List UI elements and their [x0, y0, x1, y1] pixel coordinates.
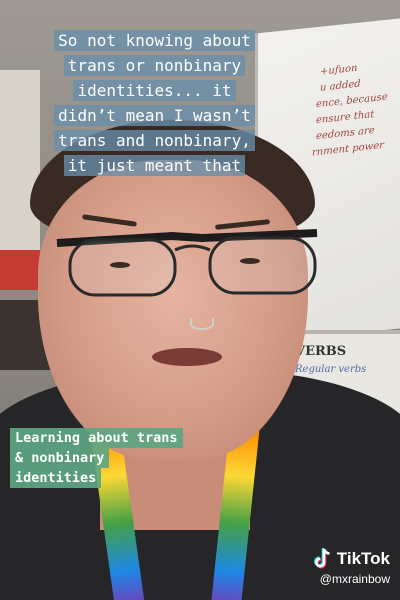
board-text: Regular verbs — [295, 364, 367, 375]
board-text: rnment power — [312, 140, 384, 159]
tiktok-logo-icon — [313, 548, 330, 569]
board-text: ensure that — [316, 109, 375, 127]
caption-green-line: & nonbinary — [10, 448, 110, 468]
eye-right — [240, 258, 260, 264]
tiktok-watermark: TikTok @mxrainbow — [313, 548, 390, 586]
eye-left — [110, 262, 130, 268]
board-text: eedoms are — [316, 124, 375, 143]
caption-top-line: didn’t mean I wasn’t — [54, 105, 255, 126]
caption-top-line: trans or nonbinary — [63, 55, 246, 76]
person-face — [38, 160, 308, 460]
nose-ring-icon — [190, 318, 214, 330]
caption-top-line: it just meant that — [63, 155, 246, 176]
caption-top-line: trans and nonbinary, — [54, 130, 255, 151]
caption-top: So not knowing about trans or nonbinary … — [9, 28, 300, 178]
caption-green-line: Learning about trans — [10, 428, 183, 448]
board-text: +ufuon — [320, 62, 358, 78]
board-text: ence, because — [316, 91, 388, 111]
caption-green-line: identities — [10, 468, 102, 488]
caption-top-line: identities... it — [73, 80, 236, 101]
caption-top-line: So not knowing about — [54, 30, 255, 51]
red-binder — [0, 250, 40, 290]
caption-green: Learning about trans & nonbinary identit… — [10, 428, 250, 488]
glasses-icon — [56, 229, 318, 297]
board-heading: VERBS — [295, 344, 347, 359]
person-mouth — [152, 348, 222, 366]
board-text: u added — [320, 78, 361, 94]
creator-handle[interactable]: @mxrainbow — [313, 572, 390, 586]
tiktok-brand: TikTok — [336, 549, 390, 568]
